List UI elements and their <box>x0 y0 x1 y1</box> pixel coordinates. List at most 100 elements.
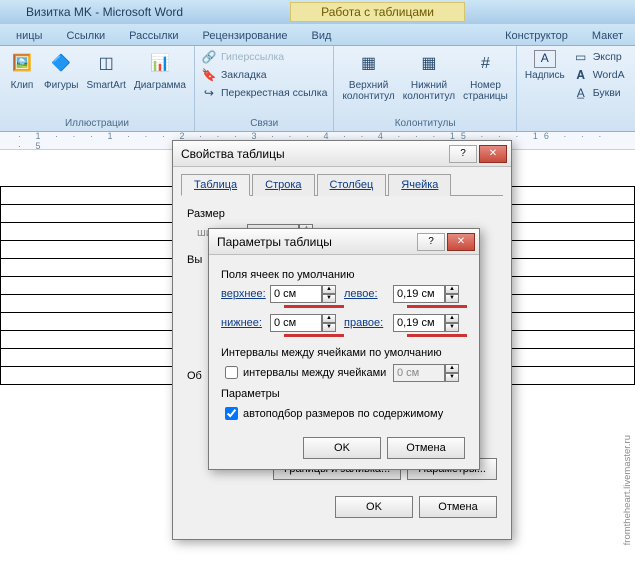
tab-mailings[interactable]: Рассылки <box>117 27 190 45</box>
window-title: Визитка MK - Microsoft Word <box>0 5 183 19</box>
hyperlink-icon: 🔗 <box>201 49 217 65</box>
spin-up[interactable]: ▲ <box>322 314 336 323</box>
tab-references[interactable]: Ссылки <box>54 27 117 45</box>
tab-table[interactable]: Таблица <box>181 174 250 196</box>
left-margin-label[interactable]: левое: <box>344 288 391 300</box>
bottom-margin-input[interactable] <box>270 314 322 332</box>
pagenumber-button[interactable]: # Номер страницы <box>459 48 512 104</box>
spin-up[interactable]: ▲ <box>445 314 459 323</box>
spin-down[interactable]: ▼ <box>445 323 459 332</box>
footer-icon: ▦ <box>415 50 443 78</box>
hyperlink-button[interactable]: 🔗 Гиперссылка <box>199 48 329 66</box>
cell-spacing-label: интервалы между ячейками <box>243 367 386 379</box>
help-button[interactable]: ? <box>449 145 477 163</box>
left-margin-spinner[interactable]: ▲▼ <box>393 285 459 303</box>
pagenumber-label: Номер страницы <box>463 80 508 102</box>
cell-spacing-input <box>393 364 445 382</box>
red-underline-bottom <box>284 334 344 337</box>
bookmark-button[interactable]: 🔖Закладка <box>199 66 329 84</box>
autofit-check[interactable]: автоподбор размеров по содержимому <box>221 404 443 423</box>
cell-spacing-checkbox[interactable] <box>225 366 238 379</box>
cell-spacing-check[interactable]: интервалы между ячейками <box>221 363 386 382</box>
header-label: Верхний колонтитул <box>342 80 394 102</box>
footer-button[interactable]: ▦ Нижний колонтитул <box>399 48 459 104</box>
spin-down[interactable]: ▼ <box>322 294 336 303</box>
table-options-titlebar[interactable]: Параметры таблицы ? ✕ <box>209 229 479 255</box>
group-text: A Надпись ▭Экспр 𝐀WordA A̲Букви <box>517 46 631 131</box>
dropcap-icon: A̲ <box>573 85 589 101</box>
tab-layout[interactable]: Макет <box>580 27 635 45</box>
chart-button[interactable]: 📊 Диаграмма <box>130 48 190 93</box>
right-margin-label[interactable]: правое: <box>344 317 391 329</box>
header-icon: ▦ <box>355 50 383 78</box>
crossref-icon: ↪ <box>201 85 217 101</box>
smartart-icon: ◫ <box>92 50 120 78</box>
header-button[interactable]: ▦ Верхний колонтитул <box>338 48 398 104</box>
smartart-button[interactable]: ◫ SmartArt <box>82 48 129 93</box>
group-links: 🔗 Гиперссылка 🔖Закладка ↪Перекрестная ссы… <box>195 46 334 131</box>
spin-down[interactable]: ▼ <box>322 323 336 332</box>
autofit-label: автоподбор размеров по содержимому <box>243 408 443 420</box>
dropcap-button[interactable]: A̲Букви <box>571 84 627 102</box>
ok-button[interactable]: OK <box>303 437 381 459</box>
size-header: Размер <box>187 208 497 220</box>
spin-down[interactable]: ▼ <box>445 294 459 303</box>
bookmark-label: Закладка <box>221 69 267 81</box>
crossref-button[interactable]: ↪Перекрестная ссылка <box>199 84 329 102</box>
right-margin-spinner[interactable]: ▲▼ <box>393 314 459 332</box>
bottom-margin-label[interactable]: нижнее: <box>221 317 268 329</box>
default-margins-header: Поля ячеек по умолчанию <box>221 269 467 281</box>
help-button[interactable]: ? <box>417 233 445 251</box>
ribbon: 🖼️ Клип 🔷 Фигуры ◫ SmartArt 📊 Диаграмма … <box>0 46 635 132</box>
group-illustrations-label: Иллюстрации <box>4 117 190 131</box>
textbox-button[interactable]: A Надпись <box>521 48 569 83</box>
context-tab-title: Работа с таблицами <box>290 2 465 22</box>
bottom-margin-spinner[interactable]: ▲▼ <box>270 314 336 332</box>
spin-down: ▼ <box>445 373 459 382</box>
textbox-icon: A <box>534 50 556 68</box>
tab-cell[interactable]: Ячейка <box>388 174 451 196</box>
spin-up[interactable]: ▲ <box>445 285 459 294</box>
hyperlink-label: Гиперссылка <box>221 51 284 63</box>
left-margin-input[interactable] <box>393 285 445 303</box>
close-button[interactable]: ✕ <box>479 145 507 163</box>
shapes-icon: 🔷 <box>47 50 75 78</box>
tab-column[interactable]: Столбец <box>317 174 387 196</box>
close-button[interactable]: ✕ <box>447 233 475 251</box>
tab-design[interactable]: Конструктор <box>493 27 580 45</box>
group-header-footer-label: Колонтитулы <box>338 117 511 131</box>
cell-spacing-spinner: ▲▼ <box>393 364 459 382</box>
cell-spacing-header: Интервалы между ячейками по умолчанию <box>221 347 467 359</box>
table-properties-title: Свойства таблицы <box>181 147 285 161</box>
shapes-button[interactable]: 🔷 Фигуры <box>40 48 82 93</box>
title-bar: Визитка MK - Microsoft Word Работа с таб… <box>0 0 635 24</box>
smartart-label: SmartArt <box>86 80 125 91</box>
clipart-icon: 🖼️ <box>8 50 36 78</box>
top-margin-input[interactable] <box>270 285 322 303</box>
spin-up[interactable]: ▲ <box>322 285 336 294</box>
table-properties-titlebar[interactable]: Свойства таблицы ? ✕ <box>173 141 511 167</box>
tab-review[interactable]: Рецензирование <box>191 27 300 45</box>
cancel-button[interactable]: Отмена <box>419 496 497 518</box>
wordart-button[interactable]: 𝐀WordA <box>571 66 627 84</box>
clipart-label: Клип <box>11 80 34 91</box>
tab-row[interactable]: Строка <box>252 174 314 196</box>
group-illustrations: 🖼️ Клип 🔷 Фигуры ◫ SmartArt 📊 Диаграмма … <box>0 46 195 131</box>
top-margin-spinner[interactable]: ▲▼ <box>270 285 336 303</box>
tab-pages-partial[interactable]: ницы <box>4 27 54 45</box>
quickparts-button[interactable]: ▭Экспр <box>571 48 627 66</box>
top-margin-label[interactable]: верхнее: <box>221 288 268 300</box>
ribbon-tabs: ницы Ссылки Рассылки Рецензирование Вид … <box>0 24 635 46</box>
autofit-checkbox[interactable] <box>225 407 238 420</box>
red-underline-left <box>407 305 467 308</box>
watermark: fromtheheart.livemaster.ru <box>622 435 633 545</box>
tab-view[interactable]: Вид <box>300 27 344 45</box>
ok-button[interactable]: OK <box>335 496 413 518</box>
table-options-dialog: Параметры таблицы ? ✕ Поля ячеек по умол… <box>208 228 480 470</box>
cancel-button[interactable]: Отмена <box>387 437 465 459</box>
clipart-button[interactable]: 🖼️ Клип <box>4 48 40 93</box>
quickparts-icon: ▭ <box>573 49 589 65</box>
footer-label: Нижний колонтитул <box>403 80 455 102</box>
right-margin-input[interactable] <box>393 314 445 332</box>
red-underline-top <box>284 305 344 308</box>
